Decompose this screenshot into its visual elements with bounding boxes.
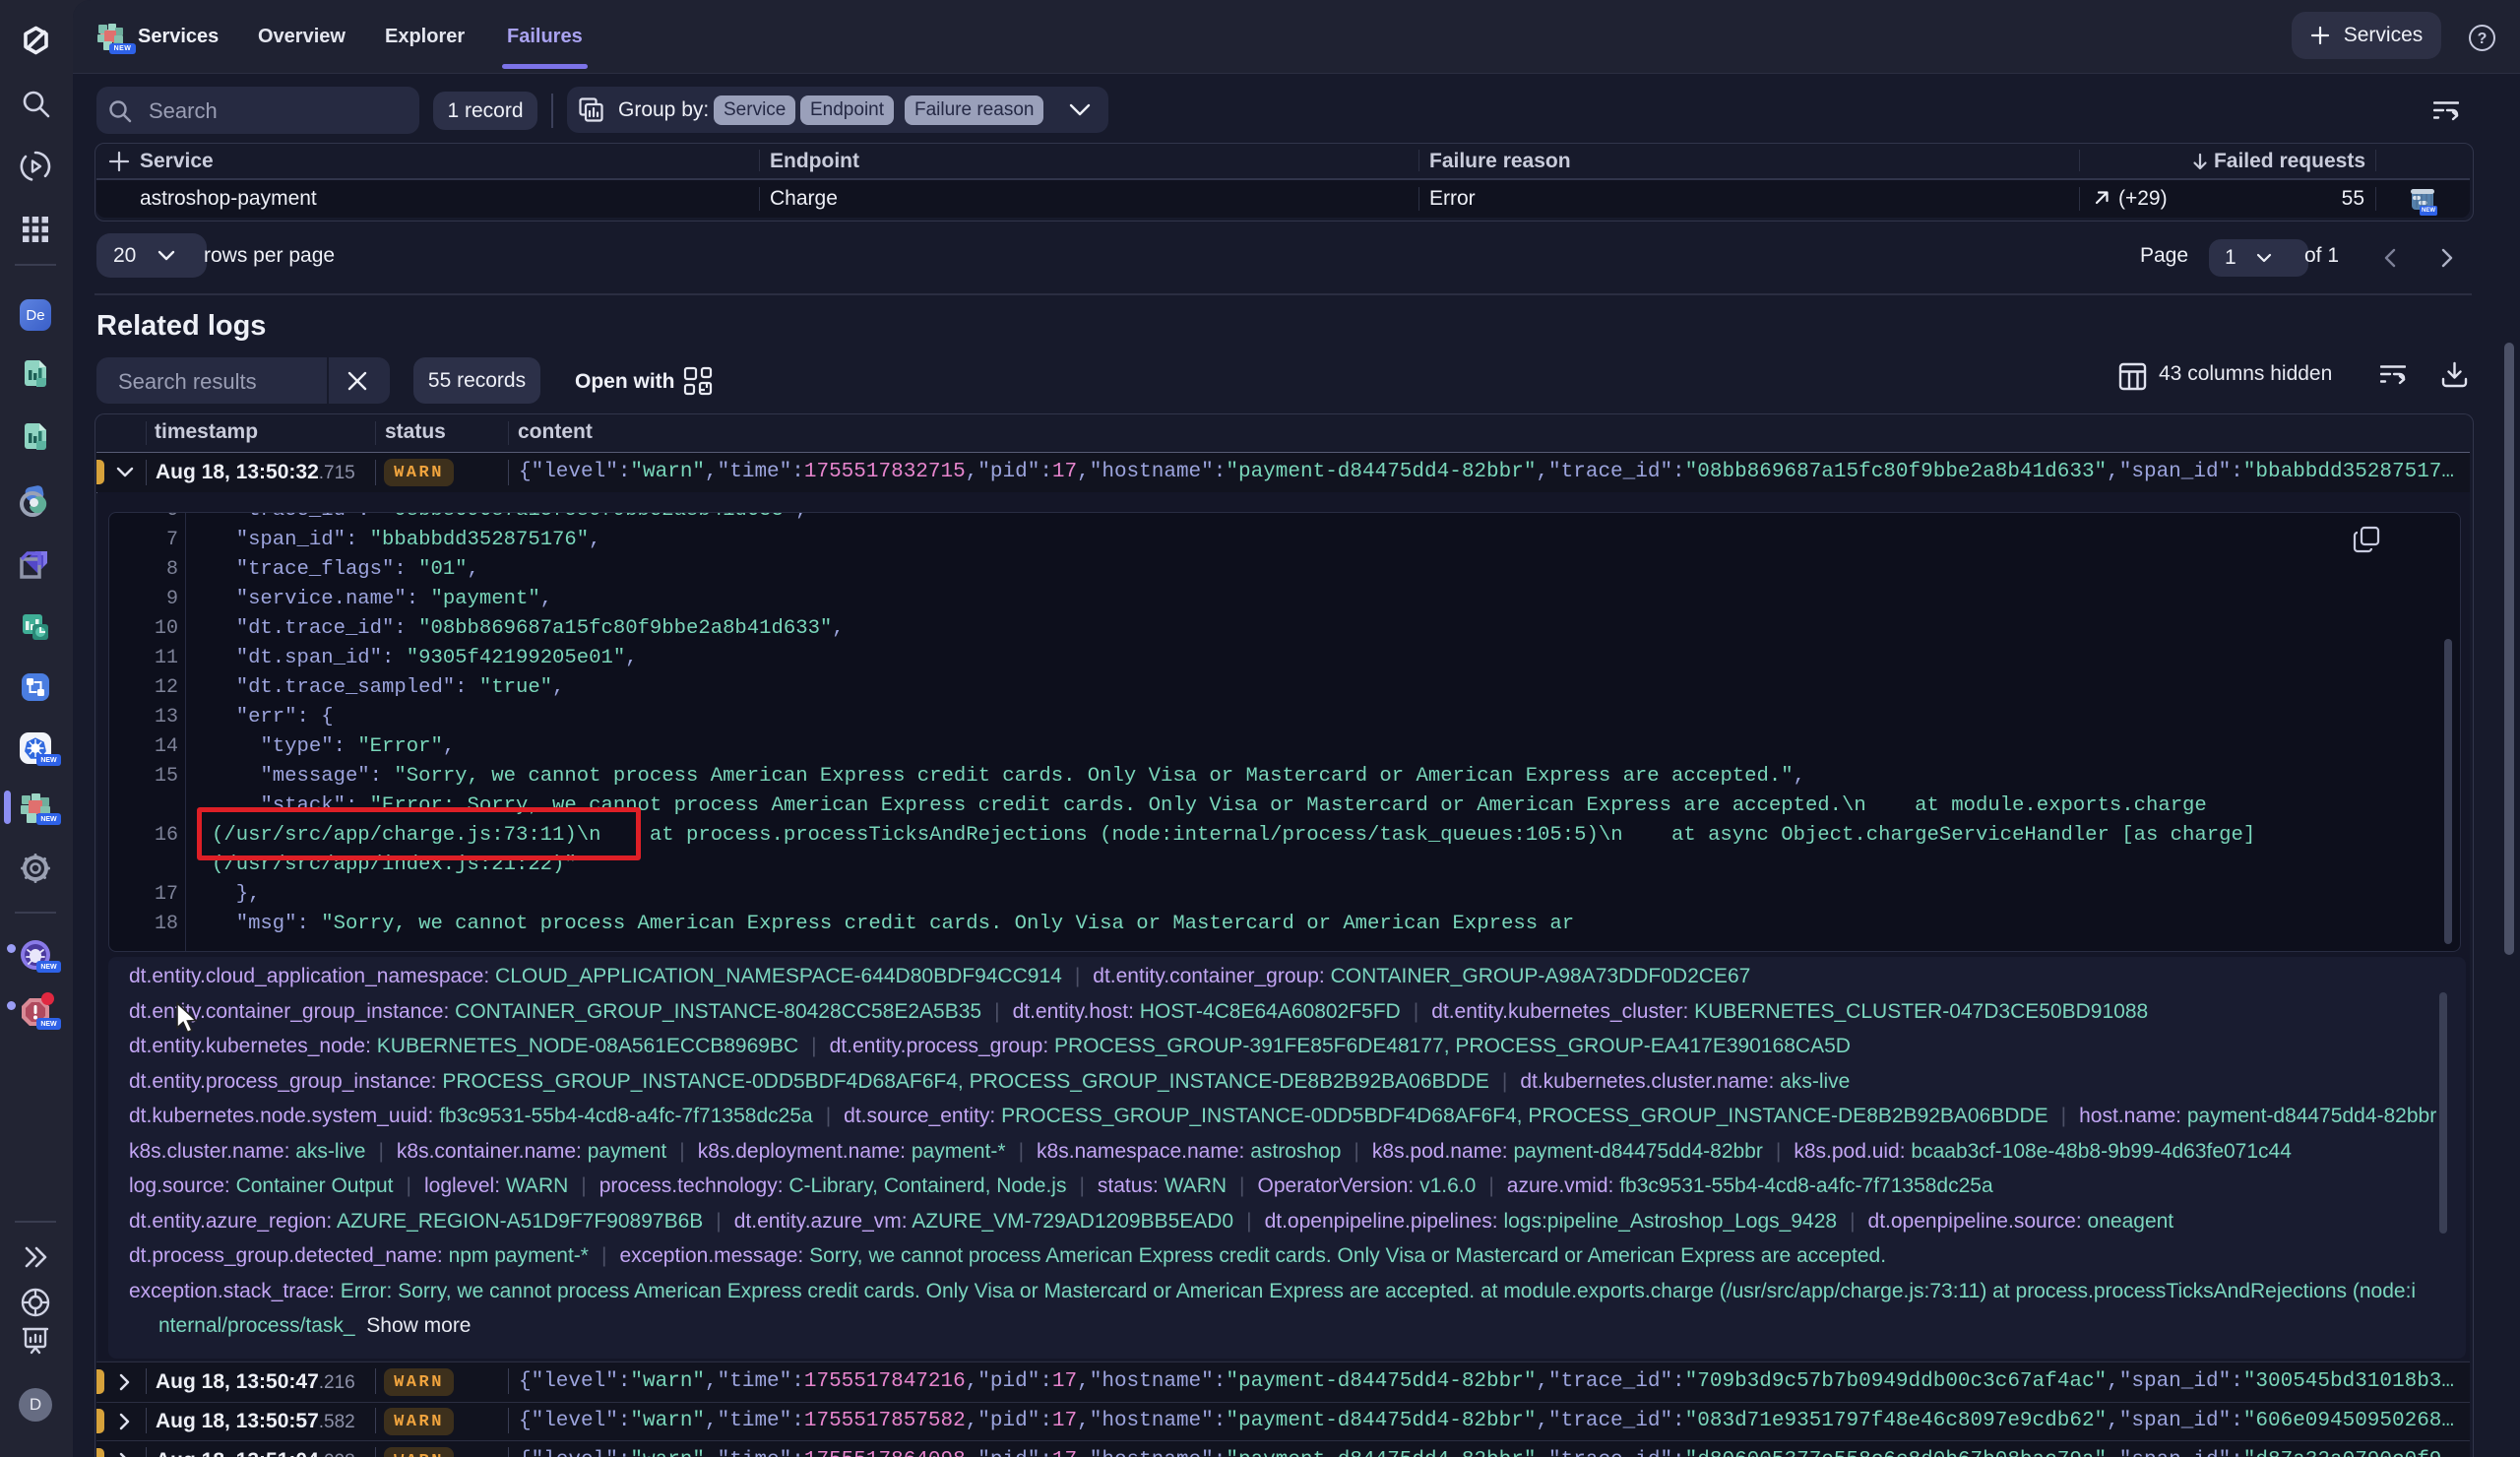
- svg-text:?: ?: [2478, 31, 2488, 47]
